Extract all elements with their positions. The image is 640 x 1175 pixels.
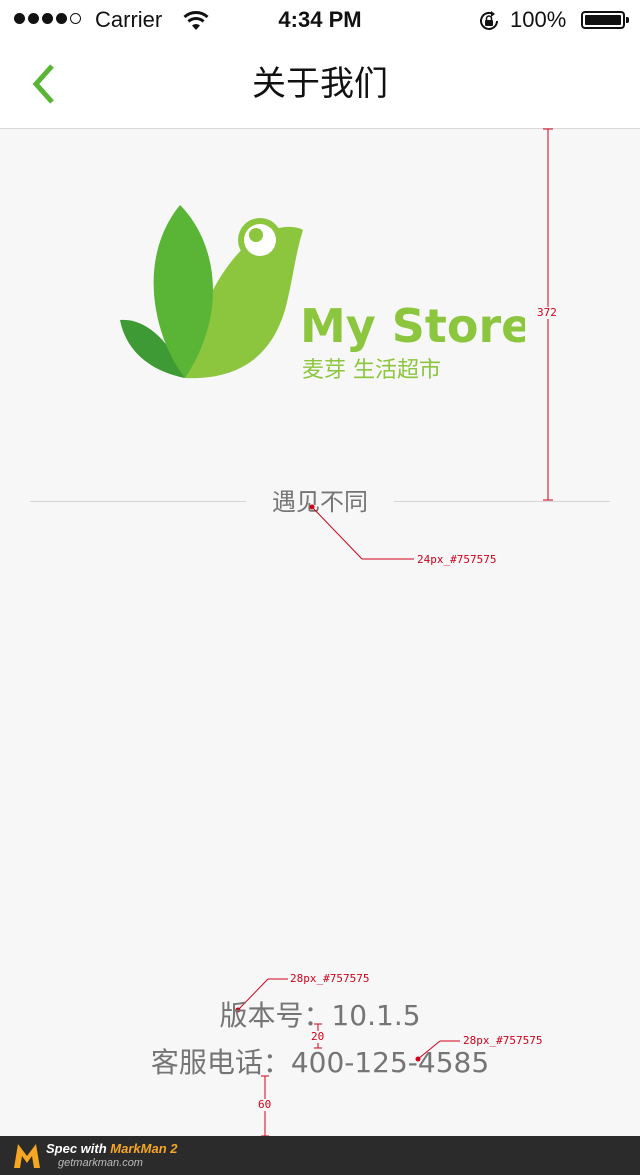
battery-percent: 100% — [510, 7, 567, 32]
version-text: 版本号：10.1.5 — [219, 999, 421, 1032]
nav-bar: 关于我们 — [0, 40, 640, 129]
store-logo: My Store 麦芽 生活超市 — [115, 200, 532, 385]
markman-brand: MarkMan 2 — [110, 1141, 178, 1156]
spec-height-label: 372 — [537, 306, 557, 319]
logo-brand-text: My Store — [300, 299, 525, 353]
service-phone-text: 客服电话：400-125-4585 — [150, 1046, 490, 1079]
markman-site: getmarkman.com — [58, 1157, 143, 1169]
rotation-lock-icon — [480, 11, 498, 30]
status-bar: Carrier 4:34 PM 100% — [0, 0, 640, 40]
logo-subtitle-text: 麦芽 生活超市 — [302, 358, 441, 383]
spec-gap-label-20: 20 — [311, 1030, 325, 1043]
bird-leaf-logo-icon: My Store 麦芽 生活超市 — [120, 205, 532, 383]
markman-prefix: Spec with — [46, 1141, 111, 1156]
slogan-text: 遇见不同 — [272, 488, 368, 516]
markman-logo-icon — [14, 1144, 40, 1168]
page-title: 关于我们 — [252, 64, 388, 104]
markman-banner: Spec with MarkMan 2 getmarkman.com — [0, 1136, 640, 1175]
spec-gap-label-60: 60 — [258, 1098, 272, 1111]
markman-title: Spec with MarkMan 2 — [46, 1141, 178, 1156]
battery-icon — [581, 11, 629, 29]
spec-version-label: 28px_#757575 — [290, 972, 370, 985]
spec-slogan-label: 24px_#757575 — [417, 553, 497, 566]
